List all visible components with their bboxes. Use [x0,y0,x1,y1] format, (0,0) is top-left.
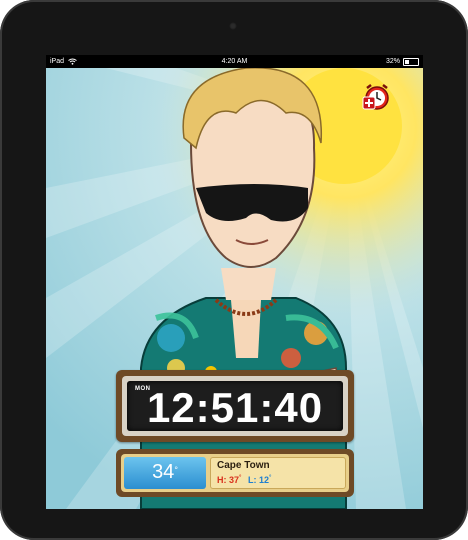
clock-widget: MON 12:51:40 [116,370,354,442]
front-camera [229,22,237,30]
status-bar: iPad 4:20 AM 32% [46,55,423,68]
high-low-temps: H: 37° L: 12° [217,475,271,485]
alarm-clock-icon [362,84,389,110]
city-name: Cape Town [217,460,270,471]
caricature-background [46,68,423,509]
alarm-settings-button[interactable] [361,82,391,112]
battery-icon [403,57,419,66]
low-temp: L: 12° [247,475,272,485]
clock-display: MON 12:51:40 [127,381,343,431]
clock-time: 12:51:40 [146,384,324,431]
temperature-box: 34° [124,457,206,489]
current-temperature: 34° [152,461,178,483]
ipad-screen: iPad 4:20 AM 32% MON 12:51:40 34° Cape T… [46,55,423,509]
status-time: 4:20 AM [221,58,248,65]
weather-widget[interactable]: 34° Cape Town H: 37° L: 12° [116,449,354,497]
ipad-device-frame: iPad 4:20 AM 32% MON 12:51:40 34° Cape T… [0,0,468,540]
battery-percent: 32% [385,58,400,65]
location-box: Cape Town H: 37° L: 12° [210,457,346,489]
high-temp: H: 37° [217,475,242,485]
